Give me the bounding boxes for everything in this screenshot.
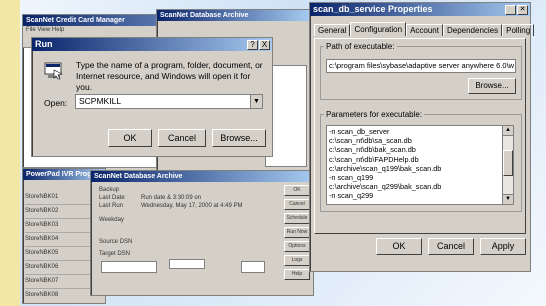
params-textarea[interactable]: -n scan_db_server c:\scan_nt\db\sa_scan.… xyxy=(326,125,514,205)
param-line: -n scan_db_server xyxy=(329,127,390,136)
param-line: -n scan_q199 xyxy=(329,173,374,183)
bottom-db-archive-window: ScanNet Database Archive Backup Last Dat… xyxy=(90,170,314,296)
bottom-db-schedule-button[interactable]: Schedule xyxy=(284,213,310,224)
bottom-db-title: ScanNet Database Archive xyxy=(91,171,313,182)
source-dsn-label: Source DSN xyxy=(99,239,133,245)
bottom-db-buttons: OK Cancel Schedule Run Now Options Logs … xyxy=(284,185,310,280)
last-run-label: Last Run xyxy=(99,203,124,209)
help-button[interactable] xyxy=(505,5,516,15)
bottom-db-labels: Backup Last Date Last Run Weekday Source… xyxy=(99,187,139,257)
bottom-db-ok-button[interactable]: OK xyxy=(284,185,310,196)
backup-label: Backup xyxy=(99,187,120,193)
param-line: c:\scan_nt\db\FAPDHelp.db xyxy=(329,154,419,164)
service-properties-dialog: scan_db_service Properties ✕ General Conf… xyxy=(309,2,535,272)
chevron-down-icon[interactable]: ▼ xyxy=(250,95,262,108)
source-dsn-field[interactable] xyxy=(101,261,157,273)
bottom-db-run-button[interactable]: Run Now xyxy=(284,227,310,238)
slide-side-strip xyxy=(0,0,20,306)
scroll-up-icon[interactable]: ▲ xyxy=(503,126,513,136)
last-date-label: Last Date xyxy=(99,195,125,201)
run-title: Run xyxy=(32,38,272,51)
run-dialog: Run ? X Type the name of a program, fold… xyxy=(31,37,273,157)
cancel-button[interactable]: Cancel xyxy=(158,129,206,147)
param-line: c:\scan_nt\db\sa_scan.db xyxy=(329,136,412,146)
weekday-label: Weekday xyxy=(99,217,124,223)
tab-configuration[interactable]: Configuration xyxy=(350,22,407,36)
param-line: c:\scan_nt\db\bak_scan.db xyxy=(329,145,416,155)
target-dsn-field[interactable] xyxy=(241,261,265,273)
source-name-field[interactable] xyxy=(169,259,205,269)
path-browse-button[interactable]: Browse... xyxy=(468,78,516,94)
open-input[interactable]: SCPMKILL xyxy=(79,96,121,106)
open-combobox[interactable]: SCPMKILL ▼ xyxy=(75,94,263,109)
svc-apply-button[interactable]: Apply xyxy=(480,238,526,255)
run-description: Type the name of a program, folder, docu… xyxy=(76,60,263,92)
scroll-down-icon[interactable]: ▼ xyxy=(503,194,513,204)
path-input[interactable]: c:\program files\sybase\adaptive server … xyxy=(326,59,516,73)
ok-button[interactable]: OK xyxy=(108,129,152,147)
open-label: Open: xyxy=(44,98,68,108)
service-title: scan_db_service Properties xyxy=(310,3,530,16)
svc-cancel-button[interactable]: Cancel xyxy=(428,238,474,255)
bottom-db-value-2: Wednesday, May 17, 2000 at 4:49 PM xyxy=(141,203,243,209)
close-button[interactable]: X xyxy=(259,40,270,50)
browse-button[interactable]: Browse... xyxy=(212,129,266,147)
param-line: -n scan_q299 xyxy=(329,191,374,201)
close-button[interactable]: ✕ xyxy=(517,5,528,15)
run-program-icon xyxy=(44,62,64,80)
target-dsn-label: Target DSN xyxy=(99,251,131,257)
path-group-label: Path of executable: xyxy=(324,42,397,51)
path-value: c:\program files\sybase\adaptive server … xyxy=(329,61,515,70)
top-db-title: ScanNet Database Archive xyxy=(157,10,309,21)
bottom-db-logs-button[interactable]: Logs xyxy=(284,255,310,266)
tab-strip: General Configuration Account Dependencies P… xyxy=(314,22,535,37)
scroll-thumb[interactable] xyxy=(503,150,513,176)
tab-general[interactable]: General xyxy=(314,24,351,36)
tab-account[interactable]: Account xyxy=(406,24,443,36)
param-line: c:\archive\scan_q199\bak_scan.db xyxy=(329,163,442,173)
bottom-db-options-button[interactable]: Options xyxy=(284,241,310,252)
params-scrollbar[interactable]: ▲ ▼ xyxy=(502,126,513,204)
tab-dependencies[interactable]: Dependencies xyxy=(442,24,503,36)
params-list: -n scan_db_server c:\scan_nt\db\sa_scan.… xyxy=(329,127,499,201)
help-button[interactable]: ? xyxy=(247,40,258,50)
bottom-db-help-button[interactable]: Help xyxy=(284,269,310,280)
params-group-label: Parameters for executable: xyxy=(324,110,425,119)
tab-polling[interactable]: Polling xyxy=(502,24,535,36)
bottom-db-value-1: Run date & 3:30:09 on xyxy=(141,195,202,201)
param-line: c:\archive\scan_q299\bak_scan.db xyxy=(329,182,442,192)
bottom-db-cancel-button[interactable]: Cancel xyxy=(284,199,310,210)
svc-ok-button[interactable]: OK xyxy=(376,238,422,255)
